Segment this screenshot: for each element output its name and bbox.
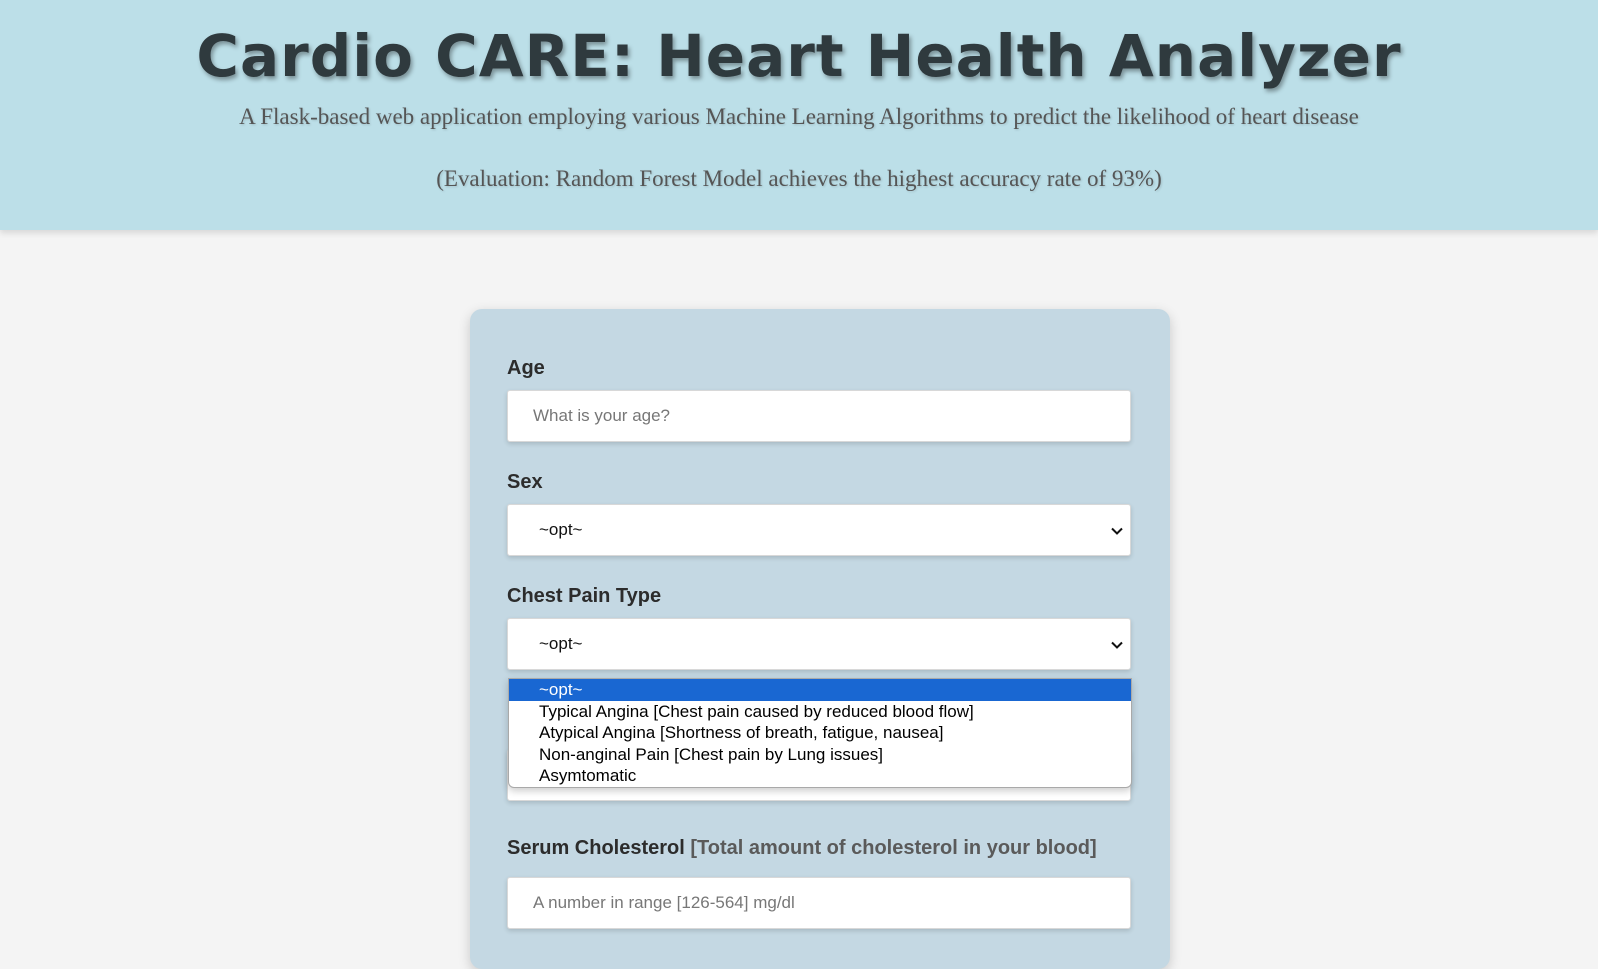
age-input[interactable]: What is your age?: [507, 390, 1131, 442]
evaluation-note: (Evaluation: Random Forest Model achieve…: [436, 166, 1162, 191]
chest-pain-option[interactable]: Asymtomatic: [509, 765, 1131, 787]
page-header: Cardio CARE: Heart Health Analyzer A Fla…: [0, 0, 1598, 230]
prediction-form: Age What is your age? Sex ~opt~ Chest Pa…: [470, 309, 1170, 969]
chest-pain-label: Chest Pain Type: [507, 585, 662, 607]
chest-pain-select-value: ~opt~: [539, 634, 583, 653]
page-subtitle: A Flask-based web application employing …: [239, 104, 1359, 129]
cholesterol-label: Serum Cholesterol [Total amount of chole…: [507, 837, 1097, 860]
page-title: Cardio CARE: Heart Health Analyzer: [196, 22, 1402, 90]
chest-pain-option[interactable]: Atypical Angina [Shortness of breath, fa…: [509, 722, 1131, 744]
cholesterol-label-text: Serum Cholesterol: [507, 837, 685, 859]
sex-label: Sex: [507, 471, 543, 493]
sex-select-value: ~opt~: [539, 520, 583, 539]
cholesterol-hint: [Total amount of cholesterol in your blo…: [690, 837, 1097, 859]
cholesterol-input[interactable]: A number in range [126-564] mg/dl: [507, 877, 1131, 929]
chest-pain-options-list[interactable]: ~opt~ Typical Angina [Chest pain caused …: [508, 678, 1132, 788]
chest-pain-option[interactable]: Typical Angina [Chest pain caused by red…: [509, 701, 1131, 723]
age-label: Age: [507, 357, 545, 379]
sex-select[interactable]: ~opt~: [507, 504, 1131, 556]
chest-pain-select[interactable]: ~opt~: [507, 618, 1131, 670]
chest-pain-option[interactable]: Non-anginal Pain [Chest pain by Lung iss…: [509, 744, 1131, 766]
chevron-down-icon: [1111, 641, 1123, 649]
chevron-down-icon: [1111, 527, 1123, 535]
chest-pain-option[interactable]: ~opt~: [509, 679, 1131, 701]
